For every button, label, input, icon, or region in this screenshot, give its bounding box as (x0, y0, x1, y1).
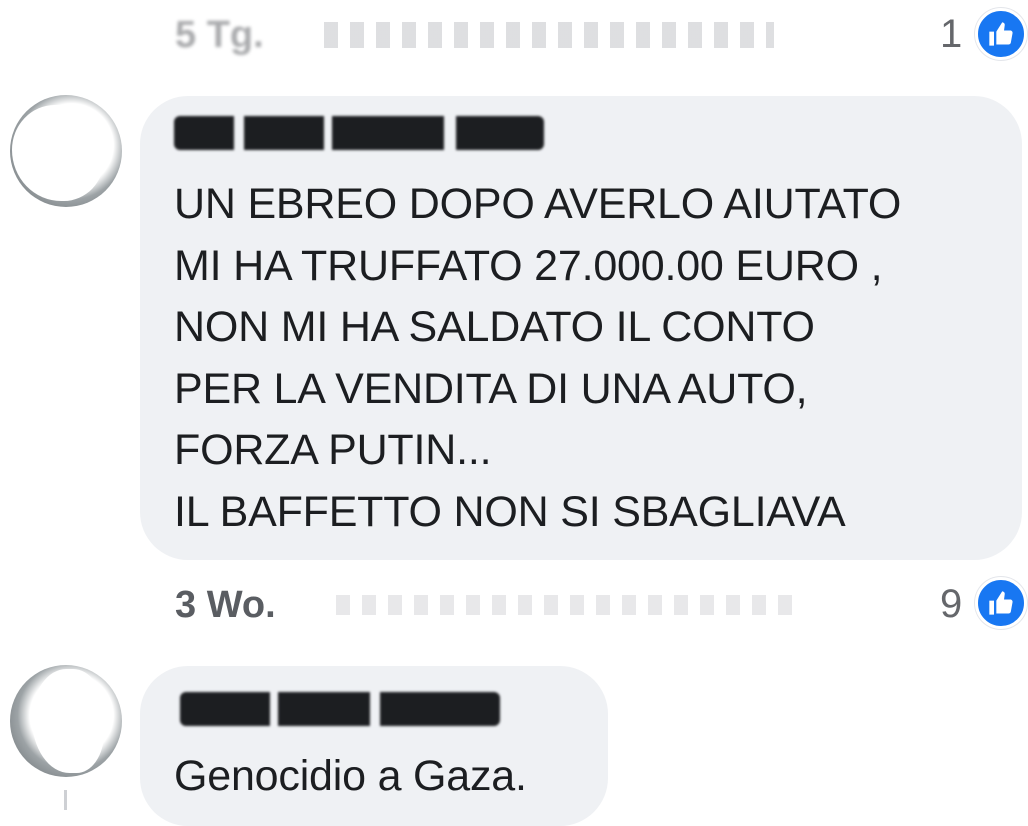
comment-timestamp[interactable]: 5 Tg. (175, 14, 264, 57)
redacted-actions (335, 595, 796, 615)
avatar[interactable] (10, 95, 122, 207)
comment-author[interactable] (174, 116, 544, 150)
comment-bubble: Genocidio a Gaza. (140, 666, 608, 826)
comment-text-line: MI HA TRUFFATO 27.000.00 EURO , (174, 241, 883, 290)
comment-text-line: IL BAFFETTO NON SI SBAGLIAVA (174, 487, 846, 536)
comment-footer: 3 Wo. (175, 582, 875, 628)
like-badge[interactable] (975, 577, 1027, 629)
like-count: 9 (940, 582, 963, 626)
comment-bubble: UN EBREO DOPO AVERLO AIUTATO MI HA TRUFFA… (140, 96, 1022, 560)
comment-text-line: FORZA PUTIN... (174, 426, 492, 474)
comment-text-line: Genocidio a Gaza. (174, 752, 527, 800)
like-count: 1 (940, 12, 963, 56)
comment-text-line: NON MI HA SALDATO IL CONTO (174, 303, 815, 351)
thumbs-up-icon (989, 591, 1013, 615)
avatar[interactable] (10, 665, 122, 777)
thumbs-up-icon (989, 22, 1013, 46)
previous-comment-footer: 5 Tg. (175, 12, 1025, 58)
comment-text-line: UN EBREO DOPO AVERLO AIUTATO (174, 180, 902, 228)
comment-text: Genocidio a Gaza. (174, 746, 527, 808)
comment-text: UN EBREO DOPO AVERLO AIUTATO MI HA TRUFFA… (174, 174, 901, 543)
comment-author[interactable] (180, 692, 500, 726)
thread-line (64, 790, 67, 810)
comment-timestamp[interactable]: 3 Wo. (175, 584, 276, 627)
like-badge[interactable] (975, 8, 1027, 60)
comment-text-line: PER LA VENDITA DI UNA AUTO, (174, 364, 808, 413)
redacted-actions (323, 22, 774, 48)
